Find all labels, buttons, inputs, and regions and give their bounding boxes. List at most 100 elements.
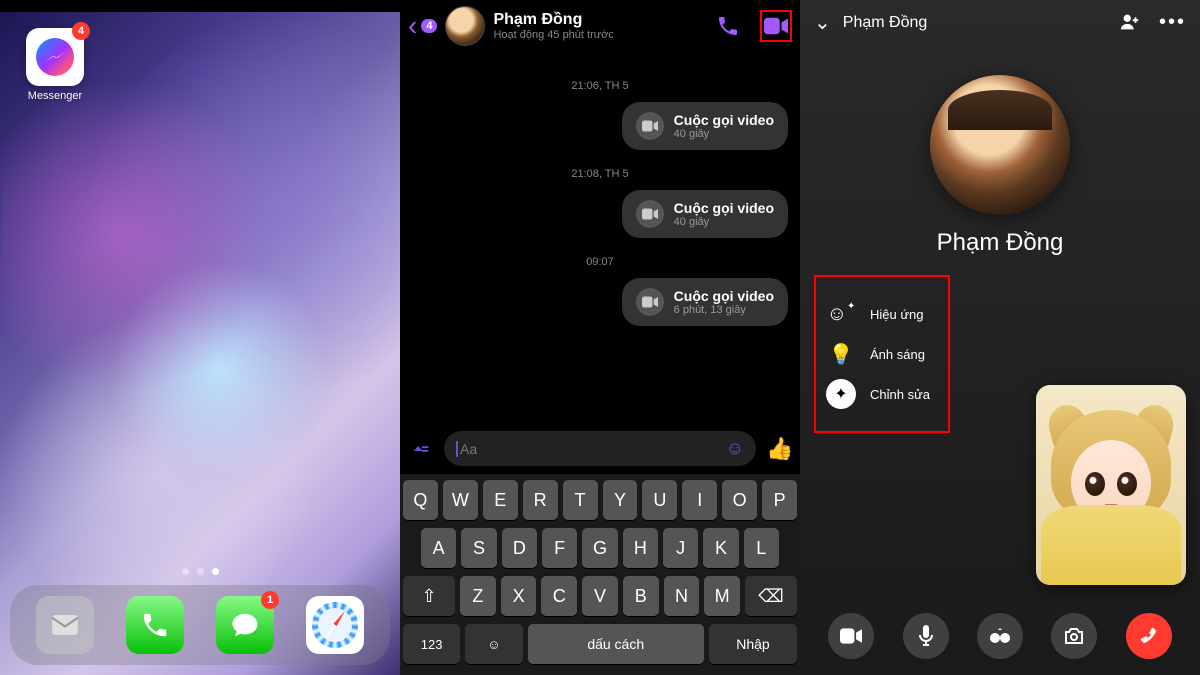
call-duration: 40 giây xyxy=(674,128,774,140)
key-l[interactable]: L xyxy=(744,528,779,568)
key-r[interactable]: R xyxy=(523,480,558,520)
key-i[interactable]: I xyxy=(682,480,717,520)
backspace-key[interactable]: ⌫ xyxy=(745,576,797,616)
chat-messages[interactable]: 21:06, TH 5 Cuộc gọi video 40 giây 21:08… xyxy=(400,52,800,423)
keyboard: QWERTYUIOP ASDFGHJKL ⇧ ZXCVBNM ⌫ 123 ☺ d… xyxy=(400,474,800,675)
contact-info[interactable]: Phạm Đồng Hoạt động 45 phút trước xyxy=(493,11,613,41)
key-n[interactable]: N xyxy=(664,576,700,616)
like-button[interactable]: 👍 xyxy=(766,436,790,462)
call-duration: 40 giây xyxy=(674,216,774,228)
status-bar xyxy=(0,0,400,12)
call-duration: 6 phút, 13 giây xyxy=(674,304,774,316)
key-e[interactable]: E xyxy=(483,480,518,520)
call-title: Cuộc gọi video xyxy=(674,200,774,216)
shift-key[interactable]: ⇧ xyxy=(403,576,455,616)
call-title: Cuộc gọi video xyxy=(674,112,774,128)
effects-button[interactable] xyxy=(977,613,1023,659)
key-w[interactable]: W xyxy=(443,480,478,520)
messages-badge: 1 xyxy=(261,591,279,609)
key-f[interactable]: F xyxy=(542,528,577,568)
key-c[interactable]: C xyxy=(541,576,577,616)
timestamp: 09:07 xyxy=(412,256,788,268)
messenger-app-label: Messenger xyxy=(26,90,84,102)
effects-menu: ☺✦ Hiệu ứng 💡 Ánh sáng ✦ Chỉnh sửa xyxy=(814,275,950,433)
video-call-icon xyxy=(636,200,664,228)
edit-label: Chỉnh sửa xyxy=(870,387,930,402)
key-o[interactable]: O xyxy=(722,480,757,520)
key-u[interactable]: U xyxy=(642,480,677,520)
key-s[interactable]: S xyxy=(461,528,496,568)
toggle-mic-button[interactable] xyxy=(903,613,949,659)
dock-app-1[interactable] xyxy=(36,596,94,654)
flip-camera-button[interactable] xyxy=(1051,613,1097,659)
call-header: ⌄ Phạm Đồng ••• xyxy=(800,0,1200,45)
messenger-app[interactable]: 4 Messenger xyxy=(26,28,84,102)
safari-app-icon[interactable] xyxy=(306,596,364,654)
lighting-option[interactable]: 💡 Ánh sáng xyxy=(826,339,930,369)
more-options-button[interactable]: ••• xyxy=(1159,11,1186,34)
toggle-video-button[interactable] xyxy=(828,613,874,659)
key-a[interactable]: A xyxy=(421,528,456,568)
magic-wand-icon: ✦ xyxy=(826,379,856,409)
message-input[interactable]: Aa ☺ xyxy=(444,431,756,466)
space-key[interactable]: dấu cách xyxy=(528,624,704,664)
lighting-label: Ánh sáng xyxy=(870,347,925,362)
key-x[interactable]: X xyxy=(501,576,537,616)
contact-avatar[interactable] xyxy=(445,6,485,46)
add-person-button[interactable] xyxy=(1119,11,1141,34)
call-contact-name: Phạm Đồng xyxy=(843,14,928,32)
emoji-keyboard-key[interactable]: ☺ xyxy=(465,624,522,664)
minimize-button[interactable]: ⌄ xyxy=(814,10,831,35)
video-call-button[interactable] xyxy=(760,10,792,42)
chat-header: ‹ 4 Phạm Đồng Hoạt động 45 phút trước xyxy=(400,0,800,52)
unread-count-badge: 4 xyxy=(421,19,437,33)
call-log-bubble[interactable]: Cuộc gọi video 40 giây xyxy=(622,102,788,150)
key-g[interactable]: G xyxy=(582,528,617,568)
phone-app-icon[interactable] xyxy=(126,596,184,654)
effects-option[interactable]: ☺✦ Hiệu ứng xyxy=(826,299,930,329)
video-call-panel: ⌄ Phạm Đồng ••• Phạm Đồng ☺✦ Hiệu ứng 💡 … xyxy=(800,0,1200,675)
end-call-button[interactable] xyxy=(1126,613,1172,659)
messages-app-icon[interactable]: 1 xyxy=(216,596,274,654)
input-placeholder: Aa xyxy=(460,441,726,457)
video-call-icon xyxy=(636,112,664,140)
messenger-app-icon[interactable]: 4 xyxy=(26,28,84,86)
key-j[interactable]: J xyxy=(663,528,698,568)
activity-status: Hoạt động 45 phút trước xyxy=(493,29,613,41)
back-button[interactable]: ‹ xyxy=(408,10,417,42)
timestamp: 21:06, TH 5 xyxy=(412,80,788,92)
call-log-bubble[interactable]: Cuộc gọi video 6 phút, 13 giây xyxy=(622,278,788,326)
key-m[interactable]: M xyxy=(704,576,740,616)
page-indicator[interactable] xyxy=(0,568,400,575)
key-v[interactable]: V xyxy=(582,576,618,616)
key-z[interactable]: Z xyxy=(460,576,496,616)
key-p[interactable]: P xyxy=(762,480,797,520)
home-screen-panel: 4 Messenger 1 xyxy=(0,0,400,675)
timestamp: 21:08, TH 5 xyxy=(412,168,788,180)
call-log-bubble[interactable]: Cuộc gọi video 40 giây xyxy=(622,190,788,238)
edit-option[interactable]: ✦ Chỉnh sửa xyxy=(826,379,930,409)
more-actions-button[interactable] xyxy=(410,438,434,460)
key-b[interactable]: B xyxy=(623,576,659,616)
key-h[interactable]: H xyxy=(623,528,658,568)
effects-label: Hiệu ứng xyxy=(870,307,924,322)
contact-name: Phạm Đồng xyxy=(493,11,613,29)
key-d[interactable]: D xyxy=(502,528,537,568)
key-y[interactable]: Y xyxy=(603,480,638,520)
return-key[interactable]: Nhập xyxy=(709,624,797,664)
dock: 1 xyxy=(10,585,390,665)
lightbulb-icon: 💡 xyxy=(826,339,856,369)
key-k[interactable]: K xyxy=(703,528,738,568)
call-controls xyxy=(800,613,1200,659)
key-q[interactable]: Q xyxy=(403,480,438,520)
audio-call-button[interactable] xyxy=(712,10,744,42)
contact-avatar-large xyxy=(930,75,1070,215)
messenger-badge: 4 xyxy=(72,22,90,40)
self-video-preview[interactable] xyxy=(1036,385,1186,585)
numbers-key[interactable]: 123 xyxy=(403,624,460,664)
chat-panel: ‹ 4 Phạm Đồng Hoạt động 45 phút trước 21… xyxy=(400,0,800,675)
call-contact-name-large: Phạm Đồng xyxy=(800,229,1200,257)
emoji-button[interactable]: ☺ xyxy=(726,438,744,459)
key-t[interactable]: T xyxy=(563,480,598,520)
compose-bar: Aa ☺ 👍 xyxy=(400,423,800,474)
